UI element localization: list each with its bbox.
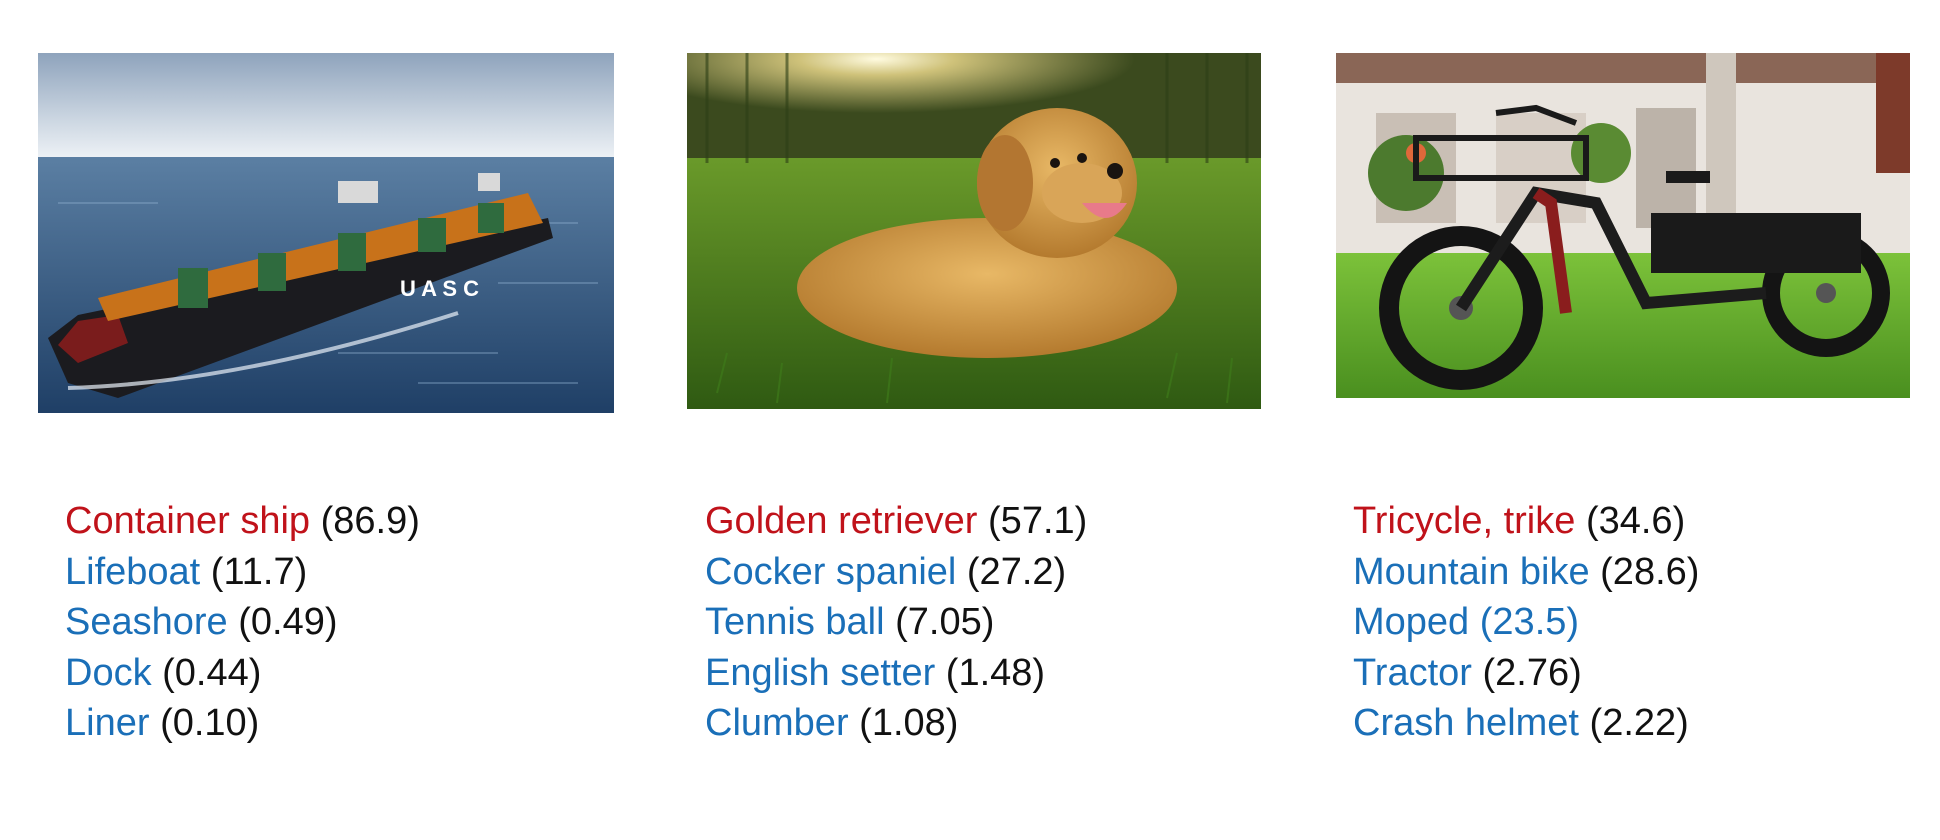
prediction-item: Cocker spaniel (27.2) bbox=[705, 547, 1087, 598]
prediction-label: Lifeboat bbox=[65, 550, 201, 593]
prediction-label: Tricycle, trike bbox=[1353, 500, 1576, 542]
predictions-golden-retriever: Golden retriever (57.1) Cocker spaniel (… bbox=[705, 496, 1087, 749]
prediction-item: Tricycle, trike (34.6) bbox=[1353, 496, 1699, 547]
prediction-label: Mountain bike bbox=[1353, 550, 1590, 593]
prediction-label: Tennis ball bbox=[705, 601, 885, 643]
prediction-score: (0.49) bbox=[238, 601, 338, 643]
prediction-score: (27.2) bbox=[966, 550, 1067, 593]
prediction-score: (1.48) bbox=[945, 651, 1046, 694]
prediction-label: Clumber bbox=[705, 702, 849, 744]
prediction-item: Seashore (0.49) bbox=[65, 597, 420, 648]
prediction-item: Clumber (1.08) bbox=[705, 698, 1087, 749]
prediction-score: (34.6) bbox=[1585, 500, 1686, 542]
prediction-label: English setter bbox=[705, 651, 936, 694]
prediction-label: Seashore bbox=[65, 601, 228, 643]
prediction-score: (7.05) bbox=[895, 601, 995, 643]
prediction-label: Moped bbox=[1353, 601, 1470, 643]
golden-retriever-photo bbox=[687, 53, 1261, 409]
prediction-score: (28.6) bbox=[1600, 550, 1700, 593]
prediction-label: Dock bbox=[65, 651, 152, 694]
prediction-label: Crash helmet bbox=[1353, 702, 1579, 744]
prediction-score: (57.1) bbox=[988, 500, 1088, 542]
prediction-score: (11.7) bbox=[210, 550, 308, 593]
prediction-item: Lifeboat (11.7) bbox=[65, 547, 420, 598]
prediction-item: Tennis ball (7.05) bbox=[705, 597, 1087, 648]
prediction-label: Golden retriever bbox=[705, 500, 978, 542]
prediction-score: (1.08) bbox=[859, 702, 959, 744]
prediction-score: (2.76) bbox=[1482, 651, 1582, 694]
prediction-score: (23.5) bbox=[1479, 601, 1580, 643]
prediction-item: English setter (1.48) bbox=[705, 648, 1087, 699]
prediction-label: Liner bbox=[65, 702, 150, 744]
prediction-score: (0.10) bbox=[160, 702, 260, 744]
prediction-score: (0.44) bbox=[162, 651, 262, 694]
electric-tricycle-photo bbox=[1336, 53, 1910, 398]
prediction-item: Crash helmet (2.22) bbox=[1353, 698, 1699, 749]
prediction-score: (2.22) bbox=[1589, 702, 1689, 744]
prediction-item: Tractor (2.76) bbox=[1353, 648, 1699, 699]
prediction-item: Dock (0.44) bbox=[65, 648, 420, 699]
prediction-item: Mountain bike (28.6) bbox=[1353, 547, 1699, 598]
prediction-item: Golden retriever (57.1) bbox=[705, 496, 1087, 547]
svg-text:U A S C: U A S C bbox=[400, 276, 479, 301]
prediction-item: Moped (23.5) bbox=[1353, 597, 1699, 648]
prediction-label: Tractor bbox=[1353, 651, 1472, 694]
prediction-label: Cocker spaniel bbox=[705, 550, 957, 593]
prediction-label: Container ship bbox=[65, 500, 311, 542]
predictions-container-ship: Container ship (86.9) Lifeboat (11.7) Se… bbox=[65, 496, 420, 749]
predictions-tricycle: Tricycle, trike (34.6) Mountain bike (28… bbox=[1353, 496, 1699, 749]
container-ship-photo: U A S C bbox=[38, 53, 614, 413]
prediction-item: Liner (0.10) bbox=[65, 698, 420, 749]
prediction-item: Container ship (86.9) bbox=[65, 496, 420, 547]
prediction-score: (86.9) bbox=[320, 500, 420, 542]
